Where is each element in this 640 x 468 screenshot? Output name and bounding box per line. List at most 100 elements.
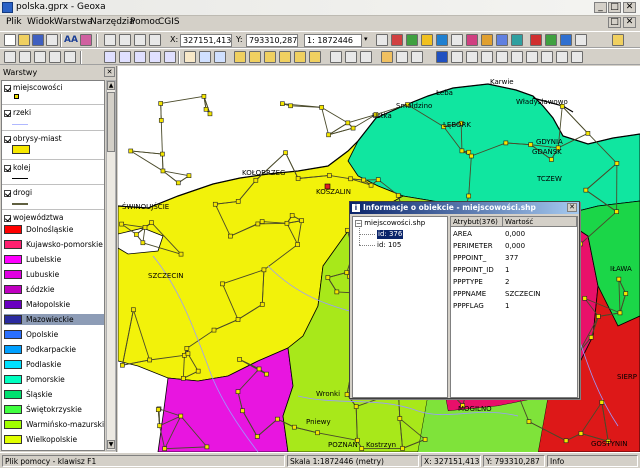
- node-icon[interactable]: [411, 51, 423, 63]
- legend-item[interactable]: Śląskie: [4, 389, 104, 400]
- legend-icon[interactable]: [526, 51, 538, 63]
- select-icon[interactable]: [330, 51, 342, 63]
- layer-icon-9[interactable]: [149, 51, 161, 63]
- maximize-button[interactable]: □: [608, 2, 621, 13]
- legend-item[interactable]: Łódzkie: [4, 284, 104, 295]
- globe-icon[interactable]: [545, 34, 557, 46]
- menu-narzedzia[interactable]: Narzędzia: [90, 17, 135, 27]
- select-rect-icon[interactable]: [345, 51, 357, 63]
- legend-item[interactable]: Opolskie: [4, 329, 104, 340]
- label-icon[interactable]: [466, 51, 478, 63]
- mdi-restore-button[interactable]: □: [608, 17, 621, 28]
- layer-add-icon[interactable]: [4, 51, 16, 63]
- scale-field[interactable]: 1: 1872446: [304, 34, 362, 47]
- legend-item[interactable]: Kujawsko-pomorskie: [4, 239, 104, 250]
- minimize-button[interactable]: _: [594, 2, 607, 13]
- layer-drogi[interactable]: drogi: [4, 188, 32, 197]
- edit-icon[interactable]: [381, 51, 393, 63]
- layer-icon-8[interactable]: [134, 51, 146, 63]
- tool-icon-6[interactable]: [481, 34, 493, 46]
- tool-icon-2[interactable]: [421, 34, 433, 46]
- tree-root[interactable]: − miejscowości.shp: [355, 219, 425, 228]
- tool-icon-5[interactable]: [466, 34, 478, 46]
- x-coordinate-field[interactable]: 327151,413: [180, 34, 232, 47]
- refresh-icon[interactable]: [530, 34, 542, 46]
- layer-wojewodztwa[interactable]: województwa: [4, 213, 64, 222]
- collapse-icon[interactable]: −: [355, 220, 362, 227]
- new-file-icon[interactable]: [4, 34, 16, 46]
- layer-icon-4[interactable]: [49, 51, 61, 63]
- legend-item[interactable]: Lubelskie: [4, 254, 104, 265]
- tool-icon-1[interactable]: [406, 34, 418, 46]
- panel-close-button[interactable]: ✕: [104, 67, 115, 77]
- refresh-map-icon[interactable]: [309, 51, 321, 63]
- layer-icon-5[interactable]: [64, 51, 76, 63]
- menu-widok[interactable]: Widok: [27, 17, 55, 27]
- layer-checkbox[interactable]: [4, 189, 11, 197]
- legend-item[interactable]: Podlaskie: [4, 359, 104, 370]
- layer-kolej[interactable]: kolej: [4, 163, 30, 172]
- scroll-thumb[interactable]: [107, 92, 115, 152]
- menu-cgis[interactable]: CGIS: [158, 17, 180, 27]
- mdi-close-button[interactable]: ✕: [623, 17, 636, 28]
- layer-checkbox[interactable]: [4, 214, 11, 222]
- menu-warstwa[interactable]: Warstwa: [54, 17, 93, 27]
- legend-item[interactable]: Małopolskie: [4, 299, 104, 310]
- dialog-close-button[interactable]: ✕: [567, 203, 577, 212]
- info-icon[interactable]: [436, 51, 448, 63]
- menu-pomoc[interactable]: Pomoc: [130, 17, 160, 27]
- panel-icon[interactable]: [134, 34, 146, 46]
- style-icon[interactable]: [80, 34, 92, 46]
- measure-icon[interactable]: [451, 51, 463, 63]
- layer-rzeki[interactable]: rzeki: [4, 108, 31, 117]
- zoom-out-icon[interactable]: [214, 51, 226, 63]
- zoom-prev-icon[interactable]: [264, 51, 276, 63]
- extent-icon[interactable]: [376, 34, 388, 46]
- menu-plik[interactable]: Plik: [6, 17, 22, 27]
- zoom-in-icon[interactable]: [199, 51, 211, 63]
- tool-icon-3[interactable]: [436, 34, 448, 46]
- chart-icon[interactable]: [511, 51, 523, 63]
- legend-item[interactable]: Warmińsko-mazurskie: [4, 419, 104, 430]
- find-icon[interactable]: [481, 51, 493, 63]
- layer-obrysy-miast[interactable]: obrysy-miast: [4, 134, 62, 143]
- tree-item[interactable]: id: 105: [377, 241, 401, 250]
- legend-item[interactable]: Podkarpackie: [4, 344, 104, 355]
- scroll-down-icon[interactable]: ▼: [107, 440, 115, 449]
- layer-icon-3[interactable]: [34, 51, 46, 63]
- layer-checkbox[interactable]: [4, 164, 11, 172]
- zoom-sel-icon[interactable]: [294, 51, 306, 63]
- full-extent-icon[interactable]: [234, 51, 246, 63]
- dialog-title-bar[interactable]: i Informacje o obiekcie - miejscowości.s…: [350, 202, 579, 214]
- col-header-value[interactable]: Wartość: [503, 217, 577, 227]
- scroll-up-icon[interactable]: ▲: [107, 81, 115, 90]
- layout-view-icon[interactable]: [571, 51, 583, 63]
- tool-icon-7[interactable]: [496, 34, 508, 46]
- layer-checkbox[interactable]: [4, 135, 11, 143]
- pointer-icon[interactable]: [396, 51, 408, 63]
- font-tool[interactable]: AA: [64, 35, 78, 45]
- web-icon[interactable]: [560, 34, 572, 46]
- y-coordinate-field[interactable]: 793310,287: [246, 34, 298, 47]
- legend-item[interactable]: Mazowieckie: [4, 314, 104, 325]
- tool-icon-8[interactable]: [511, 34, 523, 46]
- marker-icon[interactable]: [391, 34, 403, 46]
- layout-icon[interactable]: [119, 34, 131, 46]
- bookmark-icon[interactable]: [496, 51, 508, 63]
- zoom-layer-icon[interactable]: [249, 51, 261, 63]
- legend-item[interactable]: Wielkopolskie: [4, 434, 104, 445]
- help-icon[interactable]: [612, 34, 624, 46]
- export-icon[interactable]: [575, 34, 587, 46]
- table-icon[interactable]: [149, 34, 161, 46]
- save-icon[interactable]: [32, 34, 44, 46]
- north-arrow-icon[interactable]: [541, 51, 553, 63]
- select-clear-icon[interactable]: [360, 51, 372, 63]
- layer-checkbox[interactable]: [4, 109, 11, 117]
- tree-item[interactable]: id: 376: [377, 230, 404, 239]
- legend-item[interactable]: Pomorskie: [4, 374, 104, 385]
- layer-icon-7[interactable]: [119, 51, 131, 63]
- tool-icon-4[interactable]: [451, 34, 463, 46]
- window-icon[interactable]: [104, 34, 116, 46]
- scalebar-icon[interactable]: [556, 51, 568, 63]
- layer-icon-6[interactable]: [104, 51, 116, 63]
